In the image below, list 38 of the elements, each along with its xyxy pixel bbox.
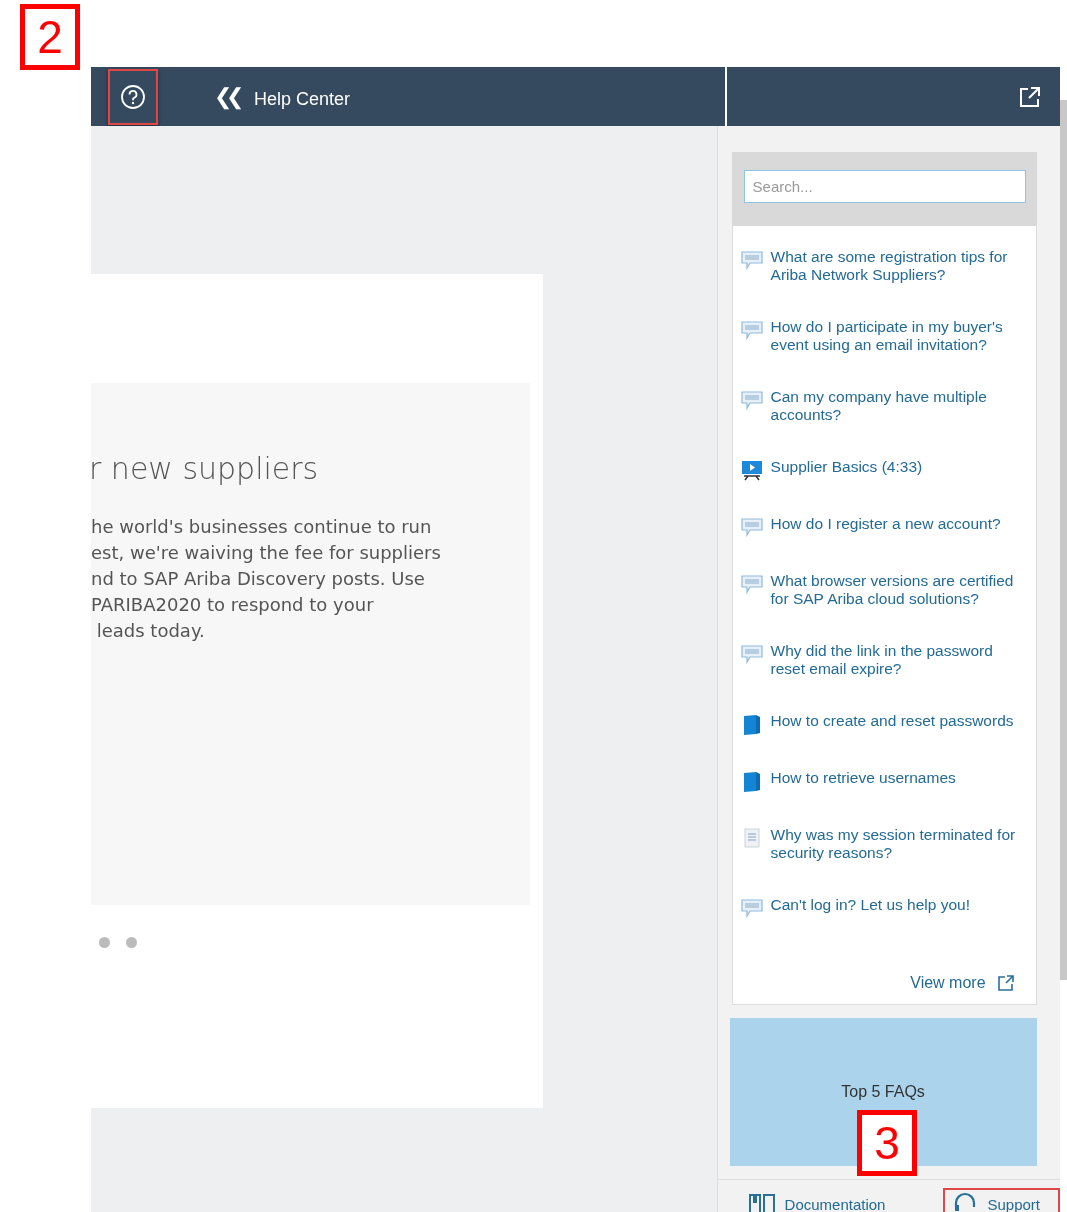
promo-heading: r new suppliers bbox=[89, 451, 320, 486]
help-icon bbox=[120, 83, 146, 110]
external-link-icon[interactable] bbox=[997, 975, 1014, 991]
help-button[interactable] bbox=[108, 68, 158, 125]
external-link-icon[interactable] bbox=[1018, 84, 1042, 109]
view-more-link[interactable]: View more bbox=[910, 974, 986, 992]
help-article-link[interactable]: Can my company have multiple accounts? bbox=[770, 388, 1031, 424]
scrollbar[interactable] bbox=[1060, 100, 1067, 980]
help-article-link[interactable]: How do I register a new account? bbox=[770, 515, 1031, 533]
faq-bubble-icon bbox=[740, 516, 763, 538]
annotation-marker: 3 bbox=[857, 1110, 917, 1176]
annotation-marker: 2 bbox=[20, 4, 80, 70]
footer-link[interactable]: Documentation bbox=[738, 1188, 906, 1212]
faq-bubble-icon bbox=[740, 897, 763, 919]
faq-bubble-icon bbox=[740, 643, 763, 665]
faq-bubble-icon bbox=[740, 319, 763, 341]
help-article-link[interactable]: Why did the link in the password reset email expire? bbox=[770, 642, 1031, 678]
help-article-link[interactable]: Why was my session terminated for security reasons? bbox=[770, 826, 1031, 862]
promo-text: he world's businesses continue to run est, we're waiving the fee for suppliers nd to SAP Ariba Discovery posts. Use PARIBA2020 to respond to your leads today. bbox=[91, 515, 442, 643]
video-screen-icon bbox=[740, 459, 763, 481]
header-title: Help Center bbox=[254, 89, 351, 110]
back-chevron-icon[interactable]: ❮❮ bbox=[214, 83, 238, 110]
headset-icon bbox=[953, 1192, 978, 1212]
help-article-link[interactable]: What are some registration tips for Ariba Network Suppliers? bbox=[770, 248, 1031, 284]
faq-bubble-icon bbox=[740, 249, 763, 271]
help-article-link[interactable]: How to retrieve usernames bbox=[770, 769, 1031, 787]
search-field[interactable]: Search... bbox=[743, 170, 1026, 203]
help-article-link[interactable]: What browser versions are certified for SAP Ariba cloud solutions? bbox=[770, 572, 1031, 608]
help-article-link[interactable]: Can't log in? Let us help you! bbox=[770, 896, 1031, 914]
footer-link[interactable]: Support bbox=[943, 1188, 1060, 1212]
help-article-link[interactable]: How to create and reset passwords bbox=[770, 712, 1031, 730]
help-article-link[interactable]: Supplier Basics (4:33) bbox=[770, 458, 1031, 476]
faq-bubble-icon bbox=[740, 389, 763, 411]
faq-bubble-icon bbox=[740, 573, 763, 595]
carousel-dot[interactable] bbox=[126, 937, 137, 948]
carousel-dot[interactable] bbox=[99, 937, 110, 948]
help-article-link[interactable]: How do I participate in my buyer's event using an email invitation? bbox=[770, 318, 1031, 354]
book-open-icon bbox=[748, 1193, 775, 1212]
